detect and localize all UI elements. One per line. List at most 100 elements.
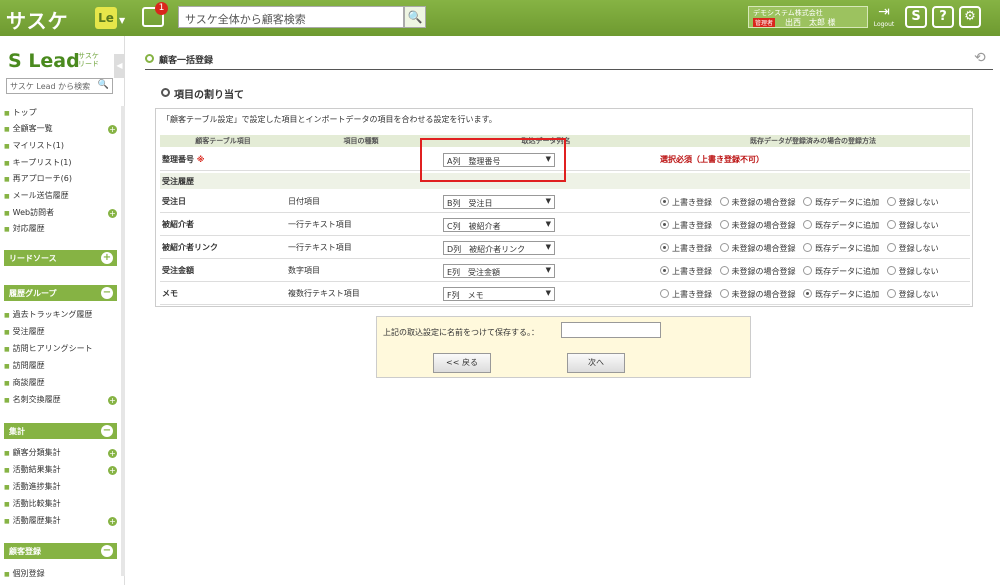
sidebar-item-reapproach[interactable]: 再アプローチ(6)	[4, 173, 72, 184]
field-label: 被紹介者	[162, 220, 194, 229]
search-icon[interactable]: 🔍	[98, 80, 109, 90]
description: 「顧客テーブル設定」で設定した項目とインポートデータの項目を合わせる設定を行いま…	[162, 115, 497, 124]
sidebar-item-hearing-sheet[interactable]: 訪問ヒアリングシート	[4, 343, 93, 354]
sidebar-item-deal-history[interactable]: 商談履歴	[4, 377, 45, 388]
section-aggregate[interactable]: 集計 −	[4, 423, 117, 439]
radio-button[interactable]	[803, 289, 813, 298]
radio-button[interactable]	[803, 243, 813, 252]
radio-button[interactable]	[719, 197, 729, 206]
sidebar-scrollbar[interactable]	[121, 106, 125, 576]
radio-button[interactable]	[719, 289, 729, 298]
sidebar-item-web-visitors[interactable]: Web訪問者	[4, 207, 54, 218]
radio-button[interactable]	[660, 266, 669, 275]
add-icon[interactable]: +	[108, 466, 117, 475]
add-icon[interactable]: +	[108, 517, 117, 526]
minus-icon[interactable]: −	[101, 545, 113, 557]
column-header: 顧客テーブル項目	[195, 137, 251, 145]
sidebar-item-mylist[interactable]: マイリスト(1)	[4, 140, 64, 151]
settings-name-input[interactable]	[561, 322, 661, 338]
radio-button[interactable]	[886, 266, 896, 275]
required-message: 選択必須（上書き登録不可）	[660, 155, 764, 164]
chevron-down-icon: ▼	[545, 243, 551, 251]
radio-button[interactable]	[886, 197, 896, 206]
sidebar-item-individual-registration[interactable]: 個別登録	[4, 568, 45, 579]
column-select[interactable]: F列 メモ ▼	[443, 287, 555, 301]
sidebar-item-activity-progress[interactable]: 活動進捗集計	[4, 481, 61, 492]
chevron-down-icon: ▼	[545, 266, 551, 274]
user-info[interactable]: デモシステム株式会社 管理者 出西 太郎 様	[748, 6, 868, 28]
lead-logo-sub: サスケ リード	[78, 52, 99, 68]
table-row: 被紹介者 一行テキスト項目 C列 被紹介者 ▼ 上書き登録 未登録の場合登録 既存…	[160, 214, 970, 236]
field-type: 一行テキスト項目	[288, 243, 352, 252]
radio-button[interactable]	[803, 197, 813, 206]
sidebar-search-input[interactable]: サスケ Lead から検索 🔍	[6, 78, 113, 94]
refresh-icon[interactable]: ⟲	[974, 50, 986, 66]
minus-icon[interactable]: −	[101, 287, 113, 299]
add-icon[interactable]: +	[108, 125, 117, 134]
radio-button[interactable]	[719, 266, 729, 275]
sidebar-item-all-customers[interactable]: 全顧客一覧	[4, 123, 53, 134]
next-button[interactable]: 次へ	[567, 353, 625, 373]
add-icon[interactable]: +	[108, 209, 117, 218]
lead-logo[interactable]: S Lead	[8, 50, 80, 72]
sidebar-item-activity-result[interactable]: 活動結果集計	[4, 464, 61, 475]
radio-button[interactable]	[886, 289, 896, 298]
sidebar-item-visit-history[interactable]: 訪問履歴	[4, 360, 45, 371]
minus-icon[interactable]: −	[101, 425, 113, 437]
section-history-group[interactable]: 履歴グループ −	[4, 285, 117, 301]
sidebar-item-activity-compare[interactable]: 活動比較集計	[4, 498, 61, 509]
radio-button[interactable]	[803, 266, 813, 275]
help-button[interactable]: ?	[932, 6, 954, 28]
sidebar-item-mail-history[interactable]: メール送信履歴	[4, 190, 69, 201]
sidebar-item-tracking-history[interactable]: 過去トラッキング履歴	[4, 309, 93, 320]
radio-button[interactable]	[719, 243, 729, 252]
logout-button[interactable]: ⇥ Logout	[871, 4, 897, 30]
chevron-down-icon[interactable]: ▼	[119, 16, 125, 25]
settings-button[interactable]: ⚙	[959, 6, 981, 28]
field-label: 受注金額	[162, 266, 194, 275]
sidebar-item-activity-history[interactable]: 活動履歴集計	[4, 515, 61, 526]
register-method-radios: 上書き登録 未登録の場合登録 既存データに追加 登録しない	[660, 220, 944, 231]
column-select[interactable]: E列 受注金額 ▼	[443, 264, 555, 278]
sidebar-collapse-button[interactable]: ◀	[114, 54, 125, 78]
radio-button[interactable]	[719, 220, 729, 229]
add-icon[interactable]: +	[108, 396, 117, 405]
radio-button[interactable]	[886, 220, 896, 229]
section-bullet-icon	[161, 88, 170, 97]
chevron-down-icon: ▼	[545, 289, 551, 297]
radio-button[interactable]	[803, 220, 813, 229]
lead-app-button[interactable]: Le	[95, 7, 117, 29]
plus-icon[interactable]: +	[101, 252, 113, 264]
title-bullet-icon	[145, 54, 154, 63]
app-logo[interactable]: サスケ	[6, 5, 69, 34]
column-select[interactable]: D列 被紹介者リンク ▼	[443, 241, 555, 255]
notification-badge: 1	[155, 2, 168, 15]
search-icon[interactable]: 🔍	[404, 6, 426, 28]
back-button[interactable]: << 戻る	[433, 353, 491, 373]
table-row: 受注日 日付項目 B列 受注日 ▼ 上書き登録 未登録の場合登録 既存データに追加…	[160, 191, 970, 213]
sidebar-item-customer-class[interactable]: 顧客分類集計	[4, 447, 61, 458]
column-select[interactable]: B列 受注日 ▼	[443, 195, 555, 209]
add-icon[interactable]: +	[108, 449, 117, 458]
field-type: 複数行テキスト項目	[288, 289, 360, 298]
radio-button[interactable]	[660, 220, 669, 229]
section-lead-source[interactable]: リードソース +	[4, 250, 117, 266]
radio-button[interactable]	[886, 243, 896, 252]
column-header: 項目の種類	[343, 137, 379, 145]
sidebar-item-keeplist[interactable]: キープリスト(1)	[4, 157, 72, 168]
radio-button[interactable]	[660, 289, 669, 298]
sidebar-item-card-history[interactable]: 名刺交換履歴	[4, 394, 61, 405]
sidebar-item-top[interactable]: トップ	[4, 107, 37, 118]
s-button[interactable]: S	[905, 6, 927, 28]
radio-button[interactable]	[660, 243, 669, 252]
register-method-radios: 上書き登録 未登録の場合登録 既存データに追加 登録しない	[660, 289, 944, 300]
radio-button[interactable]	[660, 197, 669, 206]
logout-label: Logout	[873, 21, 895, 28]
global-search-input[interactable]: サスケ全体から顧客検索	[178, 6, 404, 28]
field-label: 整理番号 ※	[162, 155, 205, 164]
user-name: 出西 太郎 様	[785, 18, 836, 27]
sidebar-item-response-history[interactable]: 対応履歴	[4, 223, 45, 234]
section-customer-registration[interactable]: 顧客登録 −	[4, 543, 117, 559]
sidebar-item-order-history[interactable]: 受注履歴	[4, 326, 45, 337]
column-select[interactable]: C列 被紹介者 ▼	[443, 218, 555, 232]
